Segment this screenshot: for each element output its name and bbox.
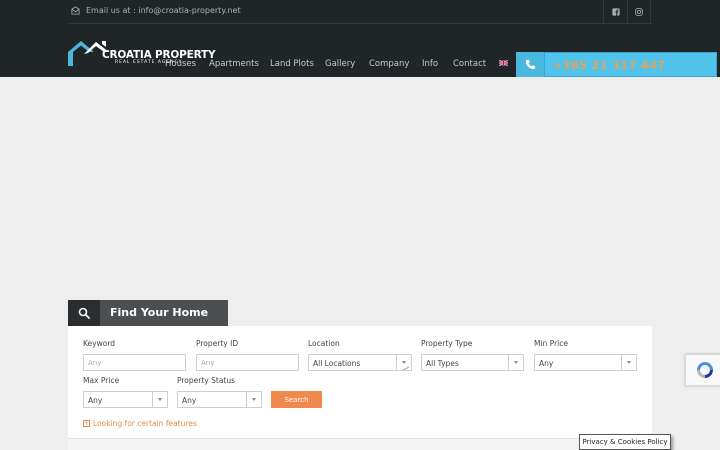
property-id-input[interactable] xyxy=(196,354,299,371)
instagram-icon xyxy=(635,8,643,16)
nav-houses[interactable]: Houses xyxy=(165,59,196,69)
envelope-icon xyxy=(71,6,80,15)
property-status-value: Any xyxy=(182,396,197,405)
instagram-link[interactable] xyxy=(627,0,651,24)
nav-contact[interactable]: Contact xyxy=(453,59,486,69)
top-bar: Email us at : info@croatia-property.net xyxy=(68,0,652,24)
keyword-label: Keyword xyxy=(83,339,116,348)
chevron-down-icon xyxy=(621,355,636,370)
search-icon-area xyxy=(68,300,100,326)
chevron-down-icon xyxy=(152,392,167,407)
chevron-down-icon xyxy=(246,392,261,407)
privacy-policy-button[interactable]: Privacy & Cookies Policy xyxy=(579,434,671,450)
features-toggle-link[interactable]: + Looking for certain features xyxy=(83,419,197,428)
plus-square-icon: + xyxy=(83,420,90,427)
email-link[interactable]: Email us at : info@croatia-property.net xyxy=(71,6,241,15)
find-your-home-title: Find Your Home xyxy=(110,306,209,319)
uk-flag-icon[interactable] xyxy=(499,60,508,66)
property-type-label: Property Type xyxy=(421,339,473,348)
search-button[interactable]: Search xyxy=(271,391,322,408)
property-status-label: Property Status xyxy=(177,376,236,385)
property-status-select[interactable]: Any xyxy=(177,391,262,408)
min-price-select[interactable]: Any xyxy=(534,354,637,371)
location-label: Location xyxy=(308,339,340,348)
phone-icon-box[interactable] xyxy=(516,52,544,77)
nav-apartments[interactable]: Apartments xyxy=(209,59,259,69)
location-select[interactable]: All Locations xyxy=(308,354,412,371)
min-price-label: Min Price xyxy=(534,339,568,348)
nav-land-plots[interactable]: Land Plots xyxy=(270,59,314,69)
property-type-value: All Types xyxy=(426,359,459,368)
features-link-text: Looking for certain features xyxy=(93,419,197,428)
nav-info[interactable]: Info xyxy=(422,59,438,69)
recaptcha-icon xyxy=(697,362,713,378)
nav-gallery[interactable]: Gallery xyxy=(325,59,355,69)
keyword-input[interactable] xyxy=(83,354,186,371)
min-price-value: Any xyxy=(539,359,554,368)
phone-number-box[interactable]: +385 21 317 447 xyxy=(544,52,717,77)
property-type-select[interactable]: All Types xyxy=(421,354,524,371)
email-text: Email us at : info@croatia-property.net xyxy=(86,6,241,15)
property-id-label: Property ID xyxy=(196,339,239,348)
recaptcha-badge[interactable] xyxy=(685,354,720,386)
facebook-icon xyxy=(611,8,620,16)
phone-icon xyxy=(525,59,535,70)
find-your-home-tab: Find Your Home xyxy=(68,300,228,326)
phone-number: +385 21 317 447 xyxy=(553,59,666,72)
max-price-value: Any xyxy=(88,396,103,405)
location-value: All Locations xyxy=(313,359,361,368)
nav-company[interactable]: Company xyxy=(369,59,409,69)
resize-handle-icon xyxy=(402,366,410,371)
max-price-select[interactable]: Any xyxy=(83,391,168,408)
facebook-link[interactable] xyxy=(603,0,627,24)
search-panel-footer xyxy=(68,438,652,450)
search-icon xyxy=(78,307,90,319)
site-header: Email us at : info@croatia-property.net … xyxy=(0,0,720,77)
chevron-down-icon xyxy=(508,355,523,370)
max-price-label: Max Price xyxy=(83,376,120,385)
